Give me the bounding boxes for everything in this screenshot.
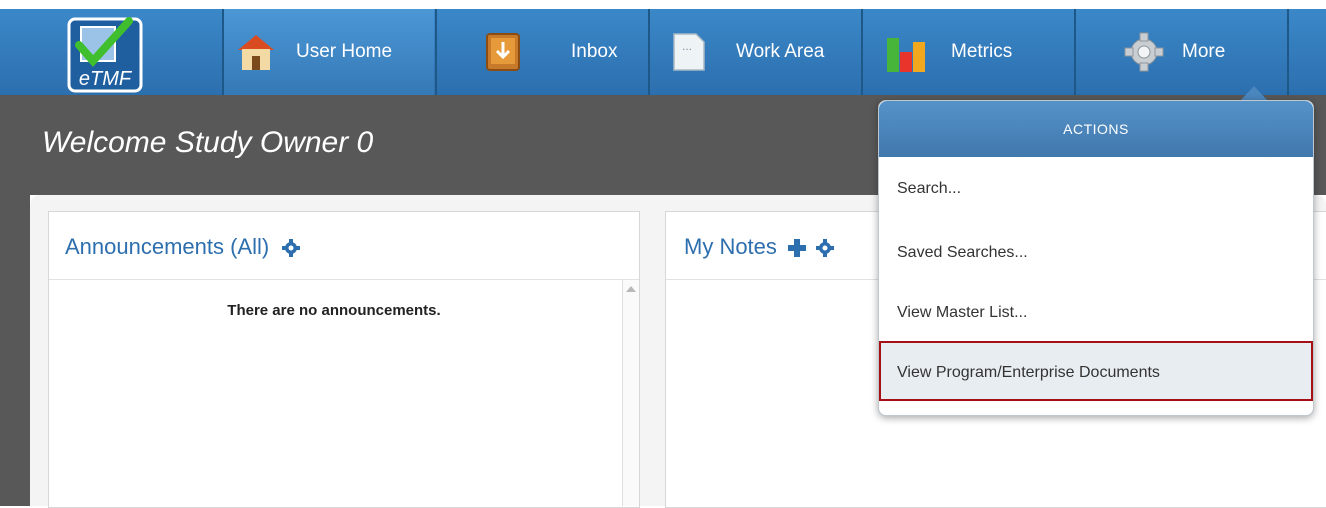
menu-item-saved-searches[interactable]: Saved Searches... bbox=[879, 223, 1313, 283]
home-icon bbox=[238, 35, 274, 70]
announcements-panel: Announcements (All) There are no announc… bbox=[48, 211, 640, 508]
add-note-plus-icon[interactable] bbox=[787, 238, 807, 258]
gear-icon bbox=[1124, 32, 1164, 72]
bar-chart-icon bbox=[887, 38, 925, 72]
svg-text:...: ... bbox=[682, 39, 692, 53]
welcome-title: Welcome Study Owner 0 bbox=[42, 126, 374, 159]
nav-work-area[interactable]: ... Work Area bbox=[650, 9, 860, 95]
announcements-scrollbar[interactable] bbox=[622, 280, 639, 506]
actions-dropdown: ACTIONS Search... Saved Searches... View… bbox=[878, 100, 1314, 416]
dropdown-caret bbox=[1240, 86, 1268, 101]
svg-text:eTMF: eTMF bbox=[79, 68, 133, 90]
scroll-up-arrow-icon[interactable] bbox=[626, 286, 636, 292]
menu-item-view-master-list[interactable]: View Master List... bbox=[879, 283, 1313, 343]
announcements-title: Announcements (All) bbox=[65, 234, 270, 259]
menu-item-view-program-enterprise-documents[interactable]: View Program/Enterprise Documents bbox=[879, 341, 1313, 401]
notes-settings-icon[interactable] bbox=[815, 238, 835, 258]
menu-item-search[interactable]: Search... bbox=[879, 159, 1313, 219]
announcements-empty-message: There are no announcements. bbox=[227, 302, 441, 319]
nav-more[interactable]: More bbox=[1076, 9, 1286, 95]
announcements-settings-icon[interactable] bbox=[281, 238, 301, 258]
nav-inbox[interactable]: Inbox bbox=[437, 9, 647, 95]
document-icon: ... bbox=[673, 33, 705, 71]
my-notes-title: My Notes bbox=[684, 234, 777, 259]
inbox-icon bbox=[486, 33, 520, 71]
etmf-logo[interactable]: eTMF bbox=[67, 17, 143, 93]
actions-header: ACTIONS bbox=[879, 101, 1313, 157]
top-nav: eTMF User Home Inbox ... Work Area Metri… bbox=[0, 0, 1326, 95]
nav-metrics[interactable]: Metrics bbox=[863, 9, 1073, 95]
nav-user-home[interactable]: User Home bbox=[224, 9, 434, 95]
